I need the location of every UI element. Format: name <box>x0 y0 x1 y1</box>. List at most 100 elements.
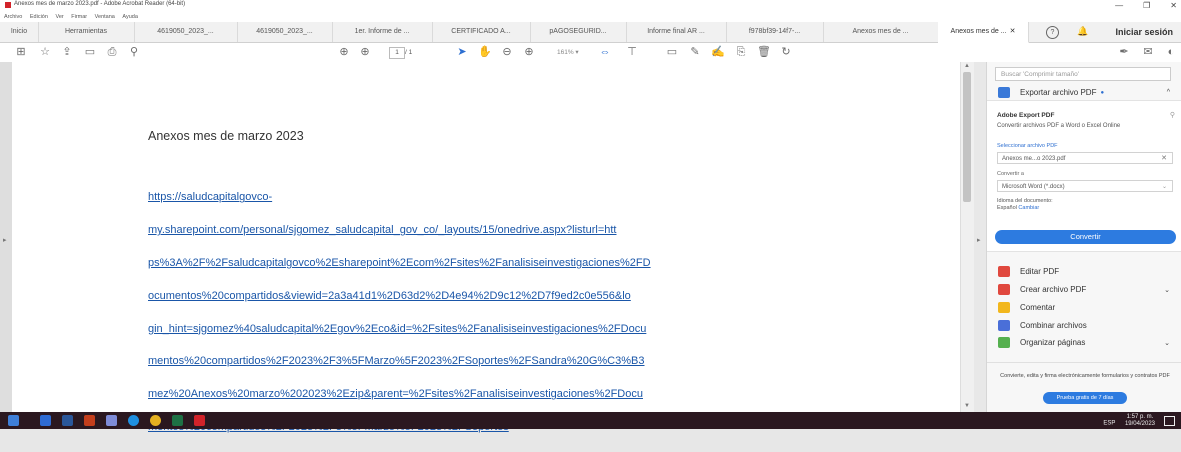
menu-ventana[interactable]: Ventana <box>95 14 115 20</box>
free-trial-button[interactable]: Prueba gratis de 7 días <box>1043 392 1127 404</box>
left-navigation-pane[interactable]: ▸ <box>0 62 12 412</box>
menu-firmar[interactable]: Firmar <box>71 14 87 20</box>
sign-pen-icon[interactable]: ✒ <box>1117 45 1131 59</box>
link-line[interactable]: ps%3A%2F%2Fsaludcapitalgovco%2Esharepoin… <box>148 255 848 271</box>
export-pdf-label: Exportar archivo PDF <box>1020 88 1097 97</box>
powerpoint-icon[interactable] <box>84 415 95 426</box>
search-icon[interactable]: ⚲ <box>127 45 141 59</box>
clear-file-icon[interactable]: ✕ <box>1161 153 1167 165</box>
tab-document[interactable]: f978bf39-14f7-... <box>726 22 824 42</box>
change-language-link[interactable]: Cambiar <box>1018 205 1039 211</box>
comment-icon[interactable]: ▭ <box>665 45 679 59</box>
menu-edicion[interactable]: Edición <box>30 14 48 20</box>
tab-document[interactable]: 4619050_2023_... <box>237 22 333 42</box>
excel-icon[interactable] <box>172 415 183 426</box>
cloud-icon[interactable]: ◐ <box>1164 45 1178 59</box>
combine-files-tool[interactable]: Combinar archivos <box>998 320 1178 331</box>
chevron-down-icon: ⌄ <box>1161 184 1167 190</box>
chevron-down-icon[interactable]: ⌄ <box>1164 339 1170 347</box>
edge-icon[interactable] <box>128 415 139 426</box>
save-icon[interactable]: ▭ <box>83 45 97 59</box>
link-line[interactable]: ocumentos%20compartidos&viewid=2a3a41d1%… <box>148 288 848 304</box>
action-center-icon[interactable] <box>1164 416 1175 426</box>
notification-icon[interactable]: 🔔 <box>1077 26 1088 37</box>
hand-tool-icon[interactable]: ✋ <box>478 45 492 59</box>
tab-inicio[interactable]: Inicio <box>0 22 39 42</box>
menu-bar: Archivo Edición Ver Firmar Ventana Ayuda <box>0 12 1181 22</box>
create-pdf-tool[interactable]: Crear archivo PDF ⌄ <box>998 284 1178 295</box>
sign-icon[interactable]: ✍ <box>711 45 725 59</box>
fit-page-icon[interactable]: ⇔ <box>598 45 612 59</box>
zoom-in-icon[interactable]: ⊕ <box>522 45 536 59</box>
menu-ver[interactable]: Ver <box>55 14 63 20</box>
upload-icon[interactable]: ⇪ <box>60 45 74 59</box>
help-icon[interactable]: ? <box>1046 26 1059 39</box>
scroll-down-icon[interactable]: ▼ <box>964 403 970 409</box>
document-scrollbar[interactable]: ▲ ▼ <box>960 62 974 412</box>
signin-link[interactable]: Iniciar sesión <box>1115 22 1173 42</box>
tab-document[interactable]: Informe final AR ... <box>626 22 727 42</box>
chevron-up-icon[interactable]: ^ <box>1167 89 1170 96</box>
sharepoint-link[interactable]: https://saludcapitalgovco- my.sharepoint… <box>148 173 848 452</box>
zoom-select[interactable]: 161% ▾ <box>557 47 591 58</box>
acrobat-taskbar-icon[interactable] <box>194 415 205 426</box>
language-indicator[interactable]: ESP <box>1103 421 1115 427</box>
scrollbar-thumb[interactable] <box>963 72 971 202</box>
rotate-icon[interactable]: ↻ <box>779 45 793 59</box>
export-description: Convertir archivos PDF a Word o Excel On… <box>997 123 1121 129</box>
page-down-icon[interactable]: ⊕ <box>358 45 372 59</box>
select-tool-icon[interactable]: ➤ <box>455 45 469 59</box>
tab-document[interactable]: pAGOSEGURID... <box>530 22 627 42</box>
edit-pdf-tool[interactable]: Editar PDF <box>998 266 1178 277</box>
minimize-button[interactable]: — <box>1115 1 1123 10</box>
scroll-up-icon[interactable]: ▲ <box>964 63 970 69</box>
star-icon[interactable]: ☆ <box>38 45 52 59</box>
tools-search-input[interactable]: Buscar 'Comprimir tamaño' <box>995 67 1171 81</box>
tab-herramientas[interactable]: Herramientas <box>38 22 135 42</box>
tab-document[interactable]: 4619050_2023_... <box>134 22 238 42</box>
toolbar: ⊞ ☆ ⇪ ▭ ⎙ ⚲ ⊕ ⊕ 1 / 1 ➤ ✋ ⊖ ⊕ 161% ▾ ⇔ ⊤… <box>0 43 1181 63</box>
share-icon[interactable]: ⎘ <box>734 45 748 59</box>
collapse-panel-icon[interactable]: ▸ <box>977 236 981 244</box>
convert-button[interactable]: Convertir <box>995 230 1176 244</box>
print-icon[interactable]: ⎙ <box>105 45 119 59</box>
tab-document[interactable]: 1er. Informe de ... <box>332 22 433 42</box>
link-line[interactable]: mez%20Anexos%20marzo%202023%2Ezip&parent… <box>148 386 848 402</box>
tab-document-active[interactable]: Anexos mes de ... ✕ <box>938 22 1029 43</box>
start-icon[interactable] <box>8 415 19 426</box>
create-icon[interactable]: ⊞ <box>14 45 28 59</box>
pin-icon[interactable]: ⚲ <box>1170 111 1175 119</box>
zoom-out-icon[interactable]: ⊖ <box>500 45 514 59</box>
link-line[interactable]: mentos%20compartidos%2F2023%2F3%5FMarzo%… <box>148 353 848 369</box>
tab-document[interactable]: Anexos mes de ... <box>823 22 939 42</box>
delete-icon[interactable]: 🗑 <box>757 45 771 59</box>
mail-icon[interactable]: ✉ <box>1141 45 1155 59</box>
taskbar-app-icon[interactable] <box>40 415 51 426</box>
maximize-button[interactable]: ❐ <box>1143 1 1150 10</box>
page-total: / 1 <box>405 49 413 56</box>
menu-ayuda[interactable]: Ayuda <box>122 14 138 20</box>
comment-tool[interactable]: Comentar <box>998 302 1178 313</box>
taskbar-app-icon[interactable] <box>106 415 117 426</box>
tab-document[interactable]: CERTIFICADO A... <box>432 22 531 42</box>
menu-archivo[interactable]: Archivo <box>4 14 22 20</box>
close-button[interactable]: ✕ <box>1170 1 1177 10</box>
link-line[interactable]: my.sharepoint.com/personal/sjgomez_salud… <box>148 222 848 238</box>
expand-left-pane-icon[interactable]: ▸ <box>3 236 7 244</box>
word-icon[interactable] <box>62 415 73 426</box>
format-select[interactable]: Microsoft Word (*.docx) ⌄ <box>997 180 1173 192</box>
panel-splitter[interactable]: ▸ <box>974 62 986 412</box>
highlight-icon[interactable]: ✎ <box>688 45 702 59</box>
link-line[interactable]: https://saludcapitalgovco- <box>148 189 848 205</box>
export-pdf-tool[interactable]: Exportar archivo PDF ● ^ <box>998 87 1178 98</box>
link-line[interactable]: gin_hint=sjgomez%40saludcapital%2Egov%2E… <box>148 321 848 337</box>
clock[interactable]: 1:57 p. m. 19/04/2023 <box>1125 414 1155 427</box>
chevron-down-icon[interactable]: ⌄ <box>1164 286 1170 294</box>
page-up-icon[interactable]: ⊕ <box>337 45 351 59</box>
stamp-icon[interactable]: ⊤ <box>625 45 639 59</box>
organize-pages-tool[interactable]: Organizar páginas ⌄ <box>998 337 1178 348</box>
selected-file-field[interactable]: Anexos me...o 2023.pdf ✕ <box>997 152 1173 164</box>
close-tab-icon[interactable]: ✕ <box>1010 28 1016 35</box>
chrome-icon[interactable] <box>150 415 161 426</box>
page-number-input[interactable]: 1 <box>389 47 405 59</box>
